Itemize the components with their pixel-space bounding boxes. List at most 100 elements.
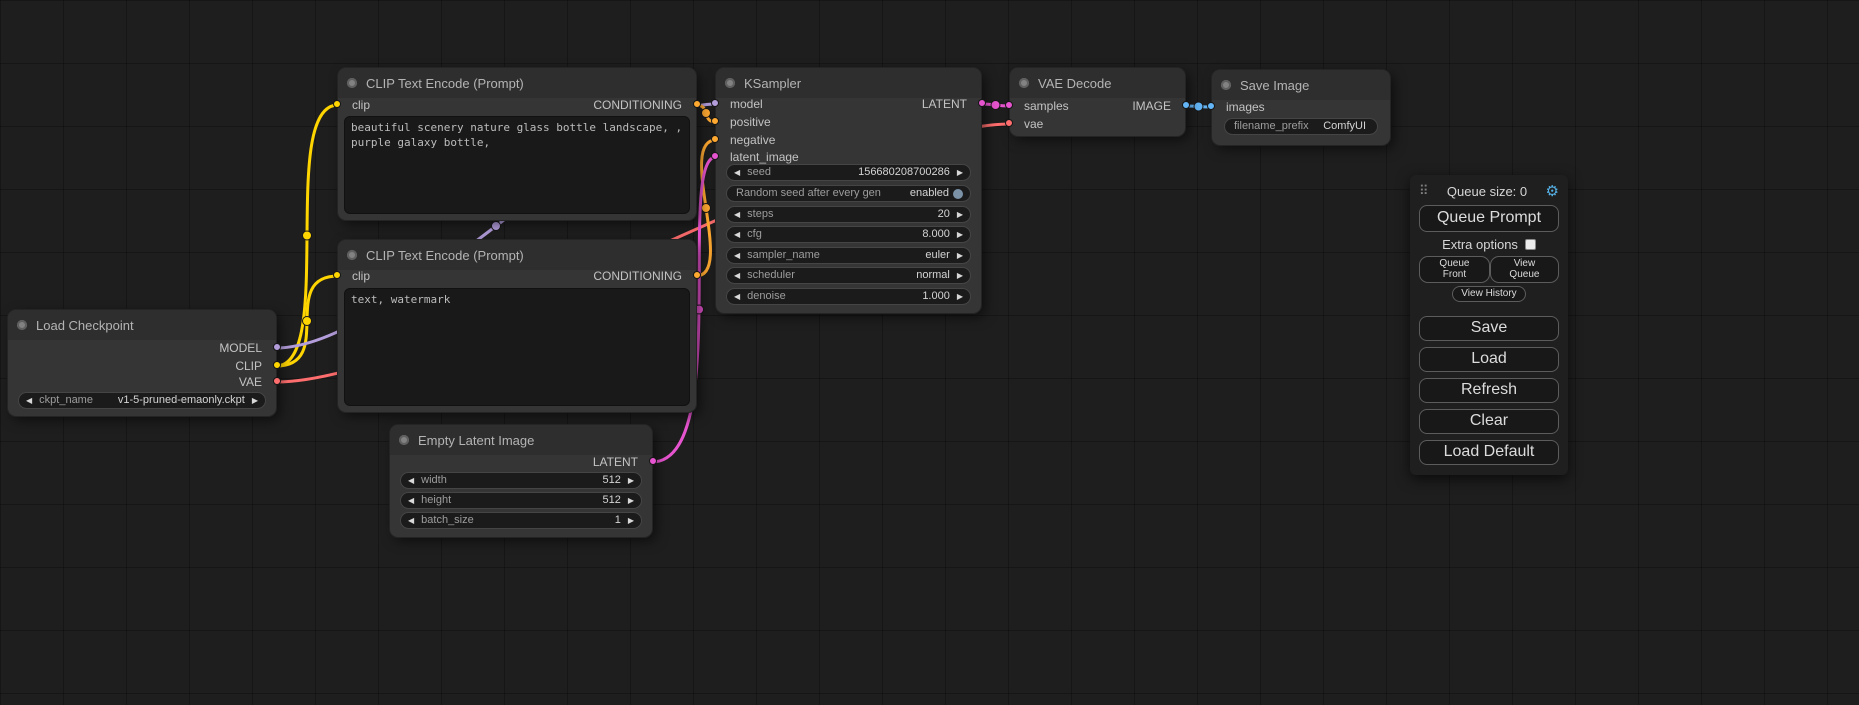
collapse-dot-icon[interactable]: [1221, 80, 1231, 90]
widget-value: 512: [602, 493, 620, 508]
decrement-arrow-icon[interactable]: ◀: [734, 231, 740, 239]
model-output-label: MODEL: [219, 340, 262, 356]
increment-arrow-icon[interactable]: ▶: [957, 169, 963, 177]
batch-size-widget[interactable]: ◀ batch_size 1 ▶: [400, 512, 642, 529]
model-input-label: model: [730, 96, 763, 112]
increment-arrow-icon[interactable]: ▶: [628, 477, 634, 485]
sampler-name-widget[interactable]: ◀ sampler_name euler ▶: [726, 247, 971, 264]
view-queue-button[interactable]: View Queue: [1490, 256, 1559, 283]
node-title-bar[interactable]: Empty Latent Image: [390, 425, 652, 455]
seed-widget[interactable]: ◀ seed 156680208700286 ▶: [726, 164, 971, 181]
prev-value-arrow-icon[interactable]: ◀: [734, 272, 740, 280]
decrement-arrow-icon[interactable]: ◀: [408, 517, 414, 525]
refresh-button[interactable]: Refresh: [1419, 378, 1559, 403]
conditioning-output-dot[interactable]: [693, 100, 701, 108]
next-value-arrow-icon[interactable]: ▶: [957, 252, 963, 260]
prev-value-arrow-icon[interactable]: ◀: [734, 252, 740, 260]
clip-input-dot[interactable]: [333, 271, 341, 279]
clear-button[interactable]: Clear: [1419, 409, 1559, 434]
images-input-dot[interactable]: [1207, 102, 1215, 110]
random-seed-toggle-widget[interactable]: Random seed after every gen enabled: [726, 185, 971, 202]
menu-header: ⠿ Queue size: 0 ⚙: [1419, 182, 1559, 200]
node-clip-text-encode-negative[interactable]: CLIP Text Encode (Prompt) clip CONDITION…: [338, 240, 696, 412]
node-title-bar[interactable]: CLIP Text Encode (Prompt): [338, 240, 696, 270]
vae-input-dot[interactable]: [1005, 119, 1013, 127]
increment-arrow-icon[interactable]: ▶: [957, 231, 963, 239]
steps-widget[interactable]: ◀ steps 20 ▶: [726, 206, 971, 223]
latent-output-dot[interactable]: [649, 457, 657, 465]
queue-menu-panel: ⠿ Queue size: 0 ⚙ Queue Prompt Extra opt…: [1410, 175, 1568, 475]
next-value-arrow-icon[interactable]: ▶: [957, 272, 963, 280]
prev-value-arrow-icon[interactable]: ◀: [26, 397, 32, 405]
collapse-dot-icon[interactable]: [399, 435, 409, 445]
latent-image-input-dot[interactable]: [711, 152, 719, 160]
node-load-checkpoint[interactable]: Load Checkpoint MODEL CLIP VAE ◀ ckpt_na…: [8, 310, 276, 416]
widget-name: filename_prefix: [1234, 119, 1309, 134]
node-title: Empty Latent Image: [418, 433, 534, 448]
decrement-arrow-icon[interactable]: ◀: [408, 477, 414, 485]
increment-arrow-icon[interactable]: ▶: [628, 517, 634, 525]
collapse-dot-icon[interactable]: [347, 78, 357, 88]
height-widget[interactable]: ◀ height 512 ▶: [400, 492, 642, 509]
extra-options-checkbox[interactable]: [1525, 239, 1536, 250]
model-input-dot[interactable]: [711, 99, 719, 107]
node-clip-text-encode-positive[interactable]: CLIP Text Encode (Prompt) clip CONDITION…: [338, 68, 696, 220]
width-widget[interactable]: ◀ width 512 ▶: [400, 472, 642, 489]
clip-output-dot[interactable]: [273, 361, 281, 369]
image-output-dot[interactable]: [1182, 101, 1190, 109]
model-output-dot[interactable]: [273, 343, 281, 351]
settings-gear-icon[interactable]: ⚙: [1546, 182, 1559, 200]
widget-value: euler: [925, 248, 949, 263]
collapse-dot-icon[interactable]: [725, 78, 735, 88]
widget-value: 1.000: [922, 289, 950, 304]
widget-name: steps: [747, 207, 773, 222]
ckpt-name-widget[interactable]: ◀ ckpt_name v1-5-pruned-emaonly.ckpt ▶: [18, 392, 266, 409]
cfg-widget[interactable]: ◀ cfg 8.000 ▶: [726, 226, 971, 243]
decrement-arrow-icon[interactable]: ◀: [734, 293, 740, 301]
decrement-arrow-icon[interactable]: ◀: [734, 211, 740, 219]
increment-arrow-icon[interactable]: ▶: [957, 293, 963, 301]
negative-input-dot[interactable]: [711, 135, 719, 143]
next-value-arrow-icon[interactable]: ▶: [252, 397, 258, 405]
node-title-bar[interactable]: VAE Decode: [1010, 68, 1185, 98]
samples-input-dot[interactable]: [1005, 101, 1013, 109]
decrement-arrow-icon[interactable]: ◀: [408, 497, 414, 505]
conditioning-output-dot[interactable]: [693, 271, 701, 279]
load-default-button[interactable]: Load Default: [1419, 440, 1559, 465]
node-graph-canvas[interactable]: Load Checkpoint MODEL CLIP VAE ◀ ckpt_na…: [0, 0, 1859, 705]
latent-output-dot[interactable]: [978, 99, 986, 107]
collapse-dot-icon[interactable]: [17, 320, 27, 330]
drag-handle-icon[interactable]: ⠿: [1419, 183, 1429, 199]
clip-input-dot[interactable]: [333, 100, 341, 108]
negative-prompt-textarea[interactable]: text, watermark: [344, 288, 690, 406]
extra-options-row: Extra options: [1419, 237, 1559, 252]
vae-output-dot[interactable]: [273, 377, 281, 385]
node-vae-decode[interactable]: VAE Decode samples vae IMAGE: [1010, 68, 1185, 136]
node-save-image[interactable]: Save Image images filename_prefix ComfyU…: [1212, 70, 1390, 145]
scheduler-widget[interactable]: ◀ scheduler normal ▶: [726, 267, 971, 284]
collapse-dot-icon[interactable]: [1019, 78, 1029, 88]
decrement-arrow-icon[interactable]: ◀: [734, 169, 740, 177]
node-title-bar[interactable]: Save Image: [1212, 70, 1390, 100]
node-title-bar[interactable]: Load Checkpoint: [8, 310, 276, 340]
wire-midpoint-dot: [702, 204, 711, 213]
denoise-widget[interactable]: ◀ denoise 1.000 ▶: [726, 288, 971, 305]
positive-prompt-textarea[interactable]: beautiful scenery nature glass bottle la…: [344, 116, 690, 214]
save-button[interactable]: Save: [1419, 316, 1559, 341]
increment-arrow-icon[interactable]: ▶: [628, 497, 634, 505]
widget-name: denoise: [747, 289, 786, 304]
increment-arrow-icon[interactable]: ▶: [957, 211, 963, 219]
positive-input-dot[interactable]: [711, 117, 719, 125]
load-button[interactable]: Load: [1419, 347, 1559, 372]
view-history-button[interactable]: View History: [1452, 286, 1525, 302]
node-ksampler[interactable]: KSampler model positive negative latent_…: [716, 68, 981, 313]
collapse-dot-icon[interactable]: [347, 250, 357, 260]
wire-midpoint-dot: [492, 222, 501, 231]
node-title-bar[interactable]: KSampler: [716, 68, 981, 98]
queue-front-button[interactable]: Queue Front: [1419, 256, 1490, 283]
toggle-on-indicator-icon[interactable]: [953, 189, 963, 199]
filename-prefix-widget[interactable]: filename_prefix ComfyUI: [1224, 118, 1378, 135]
node-empty-latent-image[interactable]: Empty Latent Image LATENT ◀ width 512 ▶ …: [390, 425, 652, 537]
queue-prompt-button[interactable]: Queue Prompt: [1419, 205, 1559, 232]
node-title-bar[interactable]: CLIP Text Encode (Prompt): [338, 68, 696, 98]
